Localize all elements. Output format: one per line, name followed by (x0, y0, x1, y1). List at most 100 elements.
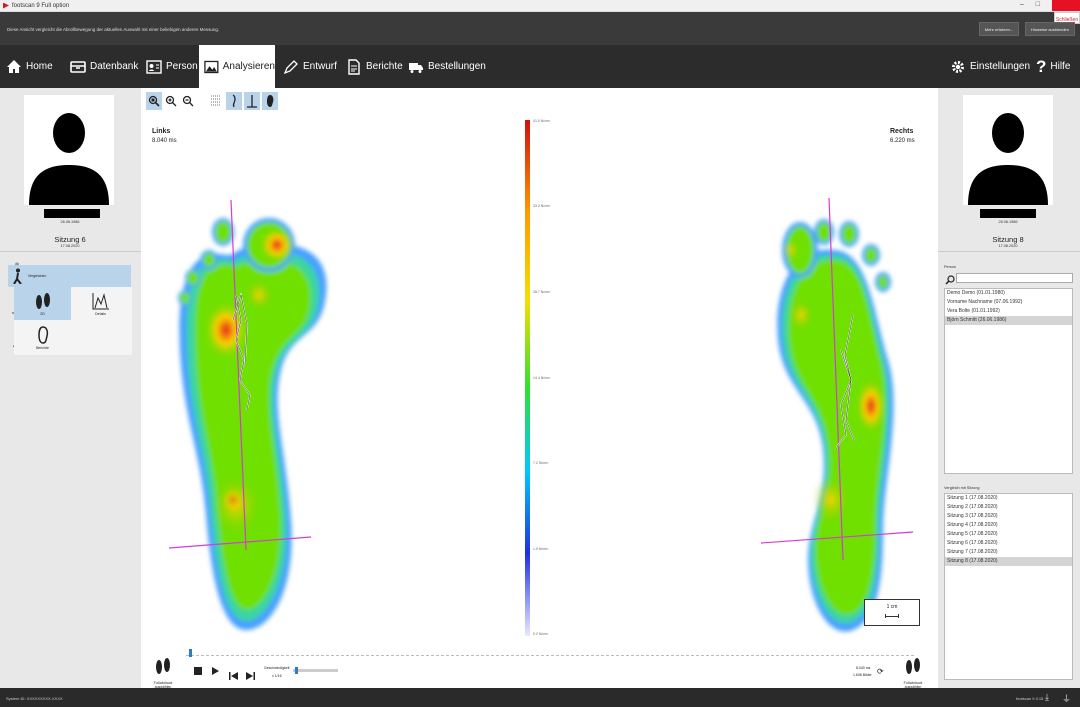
minimize-icon[interactable]: – (1020, 1, 1024, 8)
scale-tick: 28.7 N/cm² (533, 290, 551, 294)
system-id: System ID: XXXXXXXXX-XXXX (6, 696, 63, 701)
frames-readout: 1.608 Bilder (853, 673, 872, 677)
person-list-item[interactable]: Vorname Nachname (07.06.1992) (945, 298, 1072, 307)
maximize-icon[interactable]: □ (1036, 1, 1040, 8)
time-readout: 8.040 ms (856, 666, 871, 670)
nav-home-label: Home (26, 61, 53, 72)
scale-tick: 1.9 N/cm² (533, 547, 549, 551)
left-dob: 26.06.1986 (60, 220, 80, 224)
skip-back-icon (229, 672, 238, 680)
nav-home[interactable]: Home (6, 45, 53, 88)
nav-analysieren[interactable]: Analysieren (199, 45, 275, 88)
left-foot-pressure-map (168, 199, 327, 630)
tile-2d[interactable]: 2D (14, 287, 71, 320)
session-list-item[interactable]: Sitzung 5 (17.08.2020) (945, 530, 1072, 539)
zoom-fit-icon (148, 95, 160, 107)
window-title: footscan 9 Full option (12, 2, 70, 9)
tile-details[interactable]: Details (72, 287, 129, 320)
main-nav: Home Datenbank Person Analysieren Entwur… (0, 45, 1080, 88)
speed-label: Geschwindigkeit (264, 666, 290, 670)
playback-timeline[interactable] (186, 648, 914, 656)
nav-datenbank[interactable]: Datenbank (70, 45, 138, 88)
person-silhouette-icon (968, 113, 1048, 205)
nav-einstellungen[interactable]: Einstellungen (950, 45, 1030, 88)
info-message: Diese Ansicht vergleicht die Abrollbeweg… (7, 27, 220, 32)
next-frame-button[interactable] (246, 667, 255, 680)
nav-hilfe-label: Hilfe (1050, 61, 1071, 72)
nav-datenbank-label: Datenbank (90, 61, 139, 72)
scale-tick: 14.4 N/cm² (533, 376, 551, 380)
right-footprint-select[interactable]: Fußabdruck auswählen (896, 656, 930, 689)
session-list-item-selected[interactable]: Sitzung 8 (17.08.2020) (945, 557, 1072, 566)
person-name-redacted (44, 209, 100, 218)
app-logo-icon (3, 2, 9, 9)
play-button[interactable] (212, 667, 219, 675)
cop-line-button[interactable] (226, 92, 242, 110)
right-session-date: 17.08.2020 (998, 244, 1018, 248)
speed-slider[interactable] (293, 669, 338, 672)
foot-icon (267, 95, 274, 107)
zoom-in-icon (165, 95, 177, 107)
tile-berichte-label: Berichte (36, 345, 49, 350)
loop-button[interactable]: ⟳ (877, 667, 884, 676)
menu-vergleichen[interactable]: Vergleichen (8, 265, 131, 287)
zoom-out-icon (182, 95, 194, 107)
session-list-item[interactable]: Sitzung 4 (17.08.2020) (945, 521, 1072, 530)
nav-berichte[interactable]: Berichte (346, 45, 403, 88)
close-window-button[interactable] (1052, 0, 1080, 11)
app-window: footscan 9 Full option – □ Schließen Die… (0, 0, 1080, 707)
left-session-date: 17.08.2020 (60, 244, 80, 248)
nav-person[interactable]: Person (146, 45, 198, 88)
compare-tiles: 2D Details Berichte (14, 287, 132, 355)
session-list-item[interactable]: Sitzung 1 (17.08.2020) (945, 494, 1072, 503)
person-search-input[interactable] (956, 273, 1073, 283)
nav-person-label: Person (166, 61, 198, 72)
nav-entwurf[interactable]: Entwurf (283, 45, 337, 88)
session-list-item[interactable]: Sitzung 3 (17.08.2020) (945, 512, 1072, 521)
speed-slider-handle[interactable] (295, 667, 298, 674)
left-footprint-select[interactable]: Fußabdruck auswählen (146, 656, 180, 689)
report-icon (348, 58, 360, 75)
compare-session-label: Vergleich mit Sitzung (944, 486, 980, 490)
pressure-color-scale (525, 120, 530, 636)
foot-outline-icon (37, 325, 48, 344)
left-session-title: Sitzung 6 (54, 235, 86, 244)
plug-icon[interactable]: ⏚ (1062, 692, 1071, 705)
session-list-item[interactable]: Sitzung 6 (17.08.2020) (945, 539, 1072, 548)
timeline-handle[interactable] (189, 649, 192, 657)
session-list-item[interactable]: Sitzung 2 (17.08.2020) (945, 503, 1072, 512)
nav-einstellungen-label: Einstellungen (970, 61, 1031, 72)
previous-frame-button[interactable] (229, 667, 238, 680)
zoom-in-button[interactable] (163, 92, 179, 110)
axis-button[interactable] (244, 92, 260, 110)
zoom-select-button[interactable] (146, 92, 162, 110)
person-list-item[interactable]: Demo Demo (01.01.1980) (945, 289, 1072, 298)
tile-details-label: Details (95, 311, 106, 316)
scale-reference-label: 1 cm (886, 604, 898, 610)
scale-tick: 41.0 N/cm² (533, 119, 551, 123)
pen-icon (283, 59, 298, 74)
dismiss-hints-button[interactable]: Hinweise ausblenden (1025, 22, 1075, 36)
version-label: footscan 9.3.15 (1016, 696, 1044, 701)
nav-hilfe[interactable]: ? Hilfe (1036, 45, 1070, 88)
session-list-item[interactable]: Sitzung 7 (17.08.2020) (945, 548, 1072, 557)
nav-bestellungen[interactable]: Bestellungen (408, 45, 486, 88)
stop-button[interactable] (194, 667, 202, 675)
person-list: Demo Demo (01.01.1980) Vorname Nachname … (944, 288, 1073, 474)
person-list-item-selected[interactable]: Björn Schmitt (26.06.1986) (945, 316, 1072, 325)
compare-figure-icon (13, 268, 22, 284)
zoom-out-button[interactable] (180, 92, 196, 110)
download-icon[interactable]: ⤓ (1045, 692, 1049, 703)
scale-bar-icon (885, 614, 899, 618)
more-info-button[interactable]: Mehr erfahren... (979, 22, 1019, 36)
scale-tick: 33.2 N/cm² (533, 204, 551, 208)
grid-toggle-button[interactable] (208, 92, 224, 110)
tile-berichte[interactable]: Berichte (14, 321, 71, 354)
foot-outline-button[interactable] (262, 92, 278, 110)
right-foot-pressure-map (760, 197, 914, 632)
avatar-right (963, 95, 1053, 205)
right-divider (938, 251, 1080, 252)
person-name-redacted (980, 209, 1036, 218)
grid-icon (211, 95, 221, 106)
person-list-item[interactable]: Vera Bolte (01.01.1992) (945, 307, 1072, 316)
